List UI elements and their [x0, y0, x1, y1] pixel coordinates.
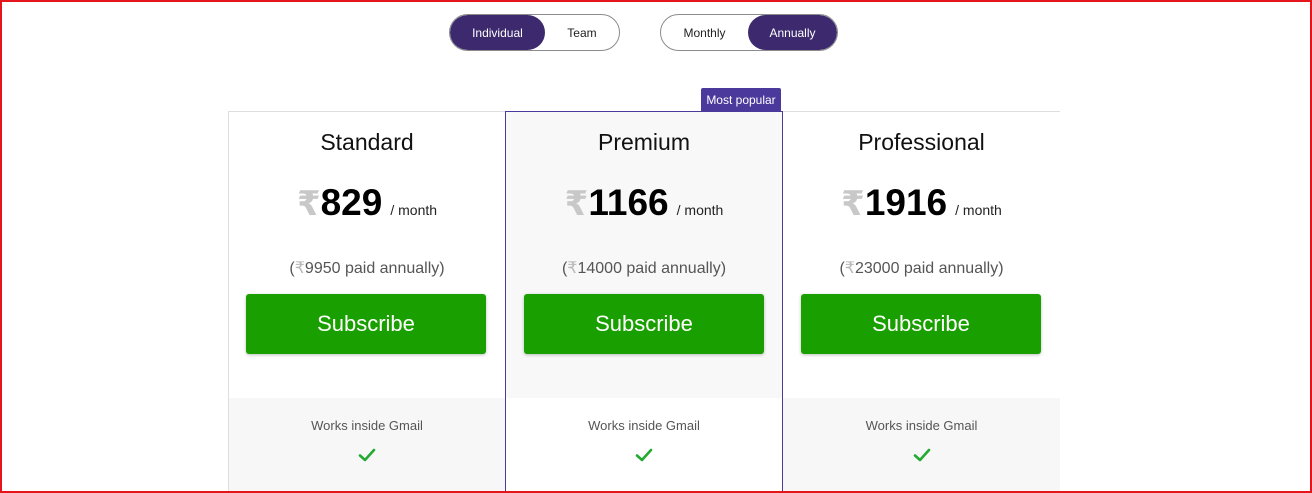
annual-total: (₹14000 paid annually): [506, 258, 782, 278]
pricing-cards: Standard ₹829 / month (₹9950 paid annuall…: [228, 111, 1060, 493]
subscribe-button-professional[interactable]: Subscribe: [801, 294, 1041, 354]
check-icon: [358, 448, 376, 462]
plan-price: ₹829 / month: [229, 182, 505, 224]
annual-amount: 14000 paid annually): [577, 260, 727, 277]
plan-price: ₹1166 / month: [506, 182, 782, 224]
plan-price: ₹1916 / month: [783, 182, 1060, 224]
plan-type-toggle[interactable]: Individual Team: [449, 14, 620, 51]
annually-option[interactable]: Annually: [748, 15, 837, 50]
price-period: / month: [676, 202, 724, 218]
plan-name: Premium: [597, 129, 690, 155]
price-amount: 1916: [864, 182, 948, 223]
currency-symbol: ₹: [296, 185, 321, 223]
price-period: / month: [955, 202, 1002, 218]
monthly-option[interactable]: Monthly: [661, 15, 748, 50]
plan-card-premium: Premium ₹1166 / month (₹14000 paid annual…: [505, 111, 783, 493]
team-option[interactable]: Team: [545, 15, 619, 50]
feature-label: Works inside Gmail: [311, 418, 423, 433]
currency-symbol: ₹: [844, 260, 855, 277]
plan-card-features: [229, 398, 505, 493]
price-period: / month: [390, 202, 438, 218]
plan-card-professional: Professional ₹1916 / month (₹23000 paid a…: [783, 112, 1060, 493]
annual-amount: 9950 paid annually): [304, 260, 445, 277]
annual-amount: 23000 paid annually): [854, 260, 1004, 277]
individual-option[interactable]: Individual: [450, 15, 545, 50]
annual-total: (₹9950 paid annually): [229, 258, 505, 278]
feature-label: Works inside Gmail: [588, 418, 700, 433]
billing-period-toggle[interactable]: Monthly Annually: [660, 14, 838, 51]
plan-name: Professional: [858, 129, 985, 155]
most-popular-badge: Most popular: [701, 88, 781, 111]
feature-label: Works inside Gmail: [865, 418, 978, 433]
annual-total: (₹23000 paid annually): [783, 258, 1060, 278]
plan-card-features: [783, 398, 1060, 493]
plan-name: Standard: [320, 129, 414, 155]
currency-symbol: ₹: [567, 260, 578, 277]
price-amount: 829: [320, 182, 383, 223]
plan-card-standard: Standard ₹829 / month (₹9950 paid annuall…: [229, 112, 505, 493]
currency-symbol: ₹: [294, 260, 305, 277]
plan-card-features: [506, 398, 782, 493]
currency-symbol: ₹: [841, 185, 865, 223]
subscribe-button-standard[interactable]: Subscribe: [246, 294, 486, 354]
subscribe-button-premium[interactable]: Subscribe: [524, 294, 764, 354]
check-icon: [913, 448, 930, 462]
price-amount: 1166: [588, 182, 669, 223]
currency-symbol: ₹: [564, 185, 589, 223]
check-icon: [635, 448, 653, 462]
